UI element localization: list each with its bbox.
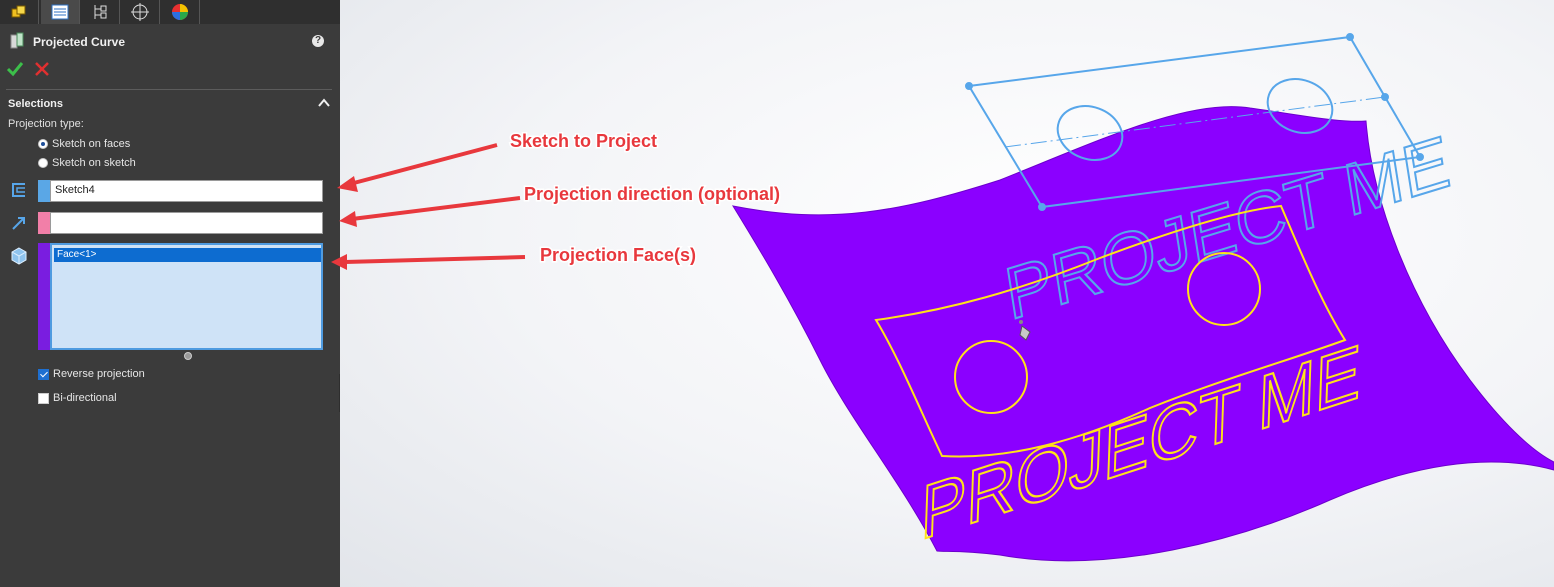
bidirectional-checkbox[interactable]: Bi-directional: [38, 392, 117, 404]
checkbox-label: Bi-directional: [53, 392, 117, 404]
list-item[interactable]: Face<1>: [54, 248, 321, 262]
radio-label: Sketch on faces: [52, 138, 131, 150]
radio-selected[interactable]: [38, 139, 48, 149]
panel-tab-bar: [0, 0, 340, 24]
panel-header: Projected Curve: [0, 30, 340, 54]
tab-display-manager[interactable]: [161, 0, 200, 24]
radio-label: Sketch on sketch: [52, 157, 136, 169]
property-manager-panel: Projected Curve ? Selections Projection …: [0, 0, 340, 587]
projected-curve-icon: [10, 32, 24, 49]
list-resize-handle[interactable]: [184, 352, 192, 360]
ok-button[interactable]: [6, 60, 24, 78]
radio-unselected[interactable]: [38, 158, 48, 168]
tab-configuration-manager[interactable]: [81, 0, 120, 24]
configuration-manager-icon: [94, 5, 107, 19]
face-color-swatch: [38, 243, 50, 350]
radio-sketch-on-faces[interactable]: Sketch on faces: [38, 138, 130, 150]
checkbox-label: Reverse projection: [53, 368, 145, 380]
sketch-to-project-icon: [12, 183, 25, 197]
projection-type-label: Projection type:: [8, 118, 84, 130]
dimxpert-icon: [131, 3, 149, 21]
divider: [6, 89, 332, 90]
tab-dimxpert[interactable]: [121, 0, 160, 24]
radio-sketch-on-sketch[interactable]: Sketch on sketch: [38, 157, 136, 169]
panel-title: Projected Curve: [33, 35, 126, 49]
checkbox-checked[interactable]: [38, 368, 49, 380]
projection-direction-field[interactable]: [50, 212, 323, 234]
direction-arrow-icon: [12, 217, 25, 230]
checkmark-icon: [6, 62, 24, 77]
close-icon: [35, 62, 49, 76]
graphics-area[interactable]: [340, 0, 1554, 587]
face-cube-icon: [11, 247, 27, 265]
display-manager-icon: [172, 4, 188, 20]
tab-property-manager[interactable]: [41, 0, 80, 24]
feature-manager-icon: [11, 5, 26, 18]
cancel-button[interactable]: [33, 60, 51, 78]
property-manager-icon: [51, 4, 69, 20]
section-title-selections: Selections: [8, 98, 64, 110]
projection-faces-list[interactable]: Face<1>: [50, 243, 323, 350]
reverse-projection-checkbox[interactable]: Reverse projection: [38, 368, 145, 380]
sketch-to-project-field[interactable]: Sketch4: [50, 180, 323, 202]
direction-color-swatch: [38, 212, 50, 234]
chevron-up-icon[interactable]: [316, 96, 332, 110]
sketch-color-swatch: [38, 180, 50, 202]
help-icon[interactable]: ?: [312, 35, 324, 47]
checkbox-unchecked[interactable]: [38, 392, 49, 404]
tab-feature-manager[interactable]: [0, 0, 39, 24]
